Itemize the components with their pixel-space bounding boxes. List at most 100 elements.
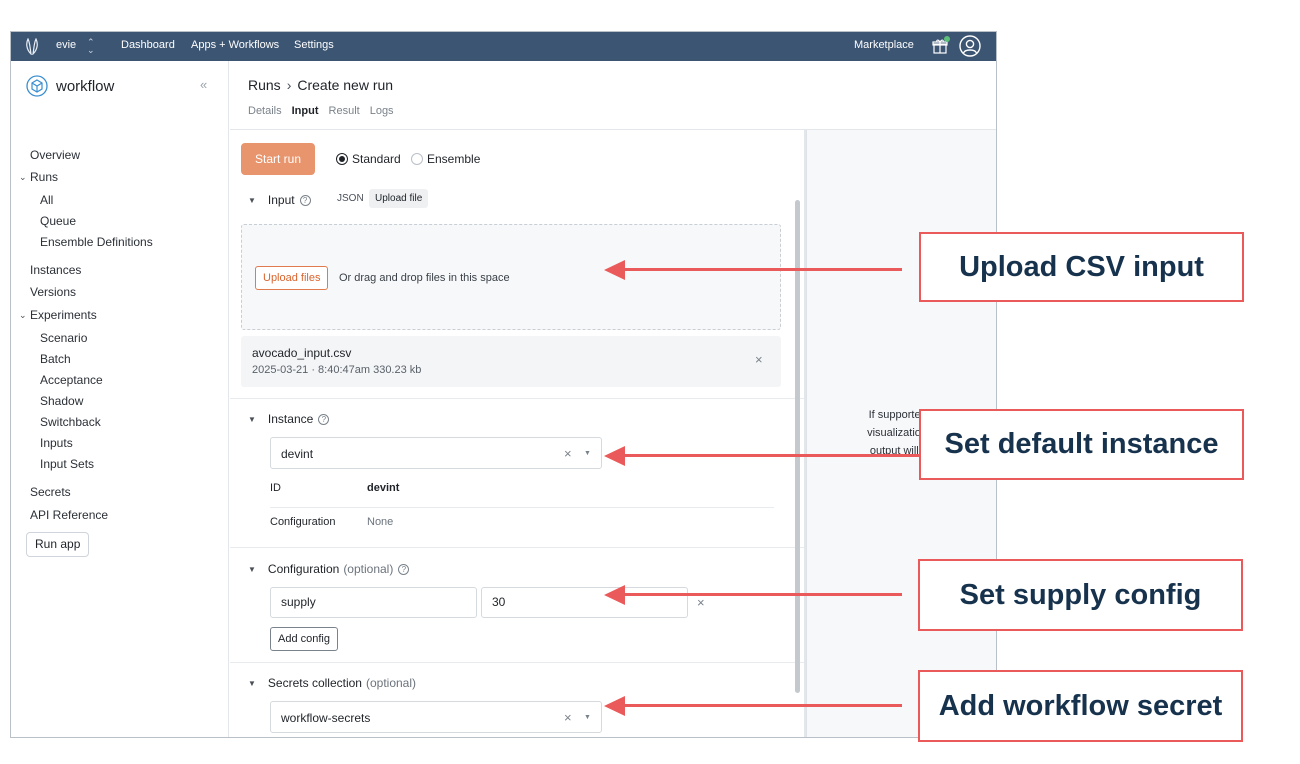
collapse-triangle-icon[interactable]: ▼ <box>248 565 256 574</box>
configuration-section-header[interactable]: ▼ Configuration (optional) ? <box>248 562 410 576</box>
tab-logs[interactable]: Logs <box>370 105 394 117</box>
sidebar-item-experiments[interactable]: Experiments <box>30 308 97 322</box>
chevron-down-icon[interactable]: ⌄ <box>19 172 27 183</box>
sidebar-item-inputs[interactable]: Inputs <box>40 436 73 450</box>
clear-icon[interactable]: × <box>564 446 572 461</box>
radio-standard[interactable]: Standard <box>336 152 401 166</box>
main-content: Runs › Create new run Details Input Result Lo… <box>230 61 996 737</box>
user-avatar-icon[interactable] <box>959 35 981 57</box>
sidebar-item-ensemble-definitions[interactable]: Ensemble Definitions <box>40 235 153 249</box>
sidebar-item-instances[interactable]: Instances <box>30 263 81 277</box>
cube-icon <box>26 75 48 97</box>
tab-input[interactable]: Input <box>292 105 319 117</box>
instance-section-title: Instance <box>267 412 314 426</box>
run-app-button[interactable]: Run app <box>26 532 90 557</box>
secrets-select-value: workflow-secrets <box>281 711 371 725</box>
remove-config-icon[interactable]: × <box>697 595 705 610</box>
sidebar-item-scenario[interactable]: Scenario <box>40 331 87 345</box>
radio-standard-label: Standard <box>352 152 401 166</box>
run-tabs: Details Input Result Logs <box>248 105 404 117</box>
arrow-line <box>622 593 902 596</box>
radio-ensemble-label: Ensemble <box>427 152 481 166</box>
tab-upload-file[interactable]: Upload file <box>369 189 429 208</box>
arrow-line <box>622 454 919 457</box>
sidebar-item-runs-queue[interactable]: Queue <box>40 214 76 228</box>
file-name: avocado_input.csv <box>252 346 352 360</box>
start-run-button[interactable]: Start run <box>241 143 315 175</box>
optional-label: (optional) <box>343 562 394 576</box>
dropzone-hint: Or drag and drop files in this space <box>339 272 510 284</box>
input-section-header[interactable]: ▼ Input ? <box>248 193 311 207</box>
sidebar-item-runs[interactable]: Runs <box>30 170 58 184</box>
help-icon[interactable]: ? <box>318 413 330 425</box>
instance-id-label: ID <box>270 482 281 494</box>
nav-marketplace[interactable]: Marketplace <box>854 39 914 51</box>
sidebar-item-input-sets[interactable]: Input Sets <box>40 457 94 471</box>
instance-section-header[interactable]: ▼ Instance ? <box>248 412 330 426</box>
secrets-select[interactable]: workflow-secrets × ▼ <box>270 701 602 733</box>
secrets-section-header[interactable]: ▼ Secrets collection (optional) <box>248 676 416 690</box>
radio-ensemble[interactable]: Ensemble <box>411 152 480 166</box>
leaf-logo-icon[interactable] <box>25 38 39 55</box>
collapse-triangle-icon[interactable]: ▼ <box>248 415 256 424</box>
sidebar-item-batch[interactable]: Batch <box>40 352 71 366</box>
file-dropzone[interactable]: Upload files Or drag and drop files in t… <box>241 224 781 330</box>
tab-result[interactable]: Result <box>329 105 360 117</box>
secrets-section-title: Secrets collection <box>267 676 362 690</box>
section-divider <box>230 547 806 548</box>
optional-label: (optional) <box>365 676 416 690</box>
dropdown-caret-icon[interactable]: ▼ <box>584 714 591 721</box>
arrow-line <box>622 704 902 707</box>
help-icon[interactable]: ? <box>398 563 410 575</box>
breadcrumb: Runs › Create new run <box>248 77 393 93</box>
breadcrumb-separator: › <box>286 77 292 93</box>
chevron-down-icon[interactable]: ⌄ <box>19 310 27 321</box>
callout-upload-csv: Upload CSV input <box>919 232 1244 302</box>
nav-settings[interactable]: Settings <box>294 39 334 51</box>
instance-config-label: Configuration <box>270 516 336 528</box>
input-section-title: Input <box>267 193 295 207</box>
nav-dashboard[interactable]: Dashboard <box>121 39 175 51</box>
sidebar-item-overview[interactable]: Overview <box>30 148 80 162</box>
radio-selected-icon[interactable] <box>336 153 348 165</box>
clear-icon[interactable]: × <box>564 710 572 725</box>
instance-select[interactable]: devint × ▼ <box>270 437 602 469</box>
sidebar-item-secrets[interactable]: Secrets <box>30 485 71 499</box>
sidebar-item-versions[interactable]: Versions <box>30 285 76 299</box>
config-value-input[interactable]: 30 <box>481 587 688 618</box>
arrow-line <box>622 268 902 271</box>
page-title: Create new run <box>297 77 394 93</box>
tab-json[interactable]: JSON <box>337 193 364 204</box>
add-config-button[interactable]: Add config <box>270 627 338 651</box>
chevron-updown-icon[interactable]: ⌃ ⌄ <box>87 38 95 55</box>
sidebar-item-switchback[interactable]: Switchback <box>40 415 101 429</box>
remove-file-icon[interactable]: × <box>755 352 763 367</box>
nav-apps-workflows[interactable]: Apps + Workflows <box>191 39 279 51</box>
callout-workflow-secret: Add workflow secret <box>918 670 1243 742</box>
run-form: Start run Standard Ensemble ▼ Input ? JS… <box>230 130 806 737</box>
callout-supply-config: Set supply config <box>918 559 1243 631</box>
file-meta: 2025-03-21 · 8:40:47am 330.23 kb <box>252 364 422 376</box>
sidebar-item-runs-all[interactable]: All <box>40 193 53 207</box>
config-key-input[interactable]: supply <box>270 587 477 618</box>
sidebar-item-api-reference[interactable]: API Reference <box>30 508 108 522</box>
radio-unselected-icon[interactable] <box>411 153 423 165</box>
collapse-triangle-icon[interactable]: ▼ <box>248 679 256 688</box>
org-switcher[interactable]: evie <box>56 39 76 51</box>
breadcrumb-runs[interactable]: Runs <box>248 77 281 93</box>
callout-default-instance: Set default instance <box>919 409 1244 480</box>
app-brand[interactable]: workflow <box>26 75 114 97</box>
uploaded-file-card: avocado_input.csv 2025-03-21 · 8:40:47am… <box>241 336 781 387</box>
sidebar: workflow « Overview ⌄ Runs All Queue Ens… <box>11 61 229 737</box>
instance-id-value: devint <box>367 482 400 494</box>
upload-files-button[interactable]: Upload files <box>255 266 329 290</box>
tab-details[interactable]: Details <box>248 105 282 117</box>
dropdown-caret-icon[interactable]: ▼ <box>584 450 591 457</box>
sidebar-item-shadow[interactable]: Shadow <box>40 394 83 408</box>
collapse-sidebar-icon[interactable]: « <box>200 77 207 92</box>
scrollbar[interactable] <box>795 200 800 693</box>
collapse-triangle-icon[interactable]: ▼ <box>248 196 256 205</box>
sidebar-item-acceptance[interactable]: Acceptance <box>40 373 103 387</box>
help-icon[interactable]: ? <box>299 194 311 206</box>
app-window: evie ⌃ ⌄ Dashboard Apps + Workflows Setti… <box>10 31 997 738</box>
